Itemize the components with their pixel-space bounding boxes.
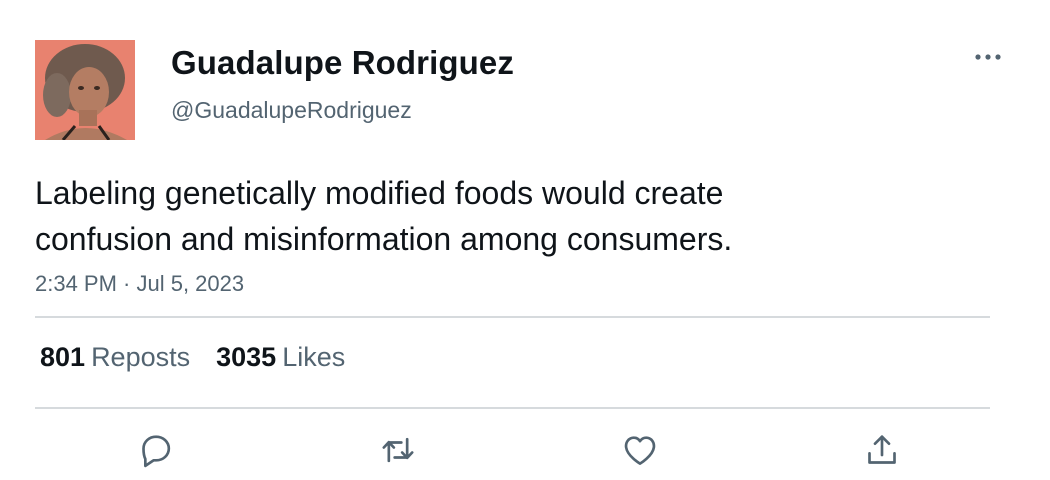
tweet-timestamp[interactable]: 2:34 PM · Jul 5, 2023 (35, 271, 244, 297)
engagement-stats: 801 Reposts 3035 Likes (40, 342, 371, 373)
divider (35, 407, 990, 409)
likes-label: Likes (282, 342, 346, 372)
author-name[interactable]: Guadalupe Rodriguez (171, 44, 514, 82)
avatar[interactable] (35, 40, 135, 140)
reposts-count: 801 (40, 342, 86, 372)
more-horizontal-icon[interactable] (972, 48, 1004, 66)
like-icon[interactable] (620, 430, 660, 470)
likes-stat[interactable]: 3035 Likes (216, 342, 345, 373)
tweet-text: Labeling genetically modified foods woul… (35, 170, 935, 262)
tweet-text-line: Labeling genetically modified foods woul… (35, 175, 724, 211)
reposts-stat[interactable]: 801 Reposts (40, 342, 190, 373)
tweet-card: Guadalupe Rodriguez @GuadalupeRodriguez … (0, 0, 1050, 480)
reposts-label: Reposts (91, 342, 191, 372)
divider (35, 316, 990, 318)
author-handle[interactable]: @GuadalupeRodriguez (171, 97, 412, 124)
share-icon[interactable] (862, 430, 902, 470)
tweet-text-line: confusion and misinformation among consu… (35, 221, 733, 257)
reply-icon[interactable] (136, 430, 176, 470)
likes-count: 3035 (216, 342, 277, 372)
repost-icon[interactable] (378, 430, 418, 470)
